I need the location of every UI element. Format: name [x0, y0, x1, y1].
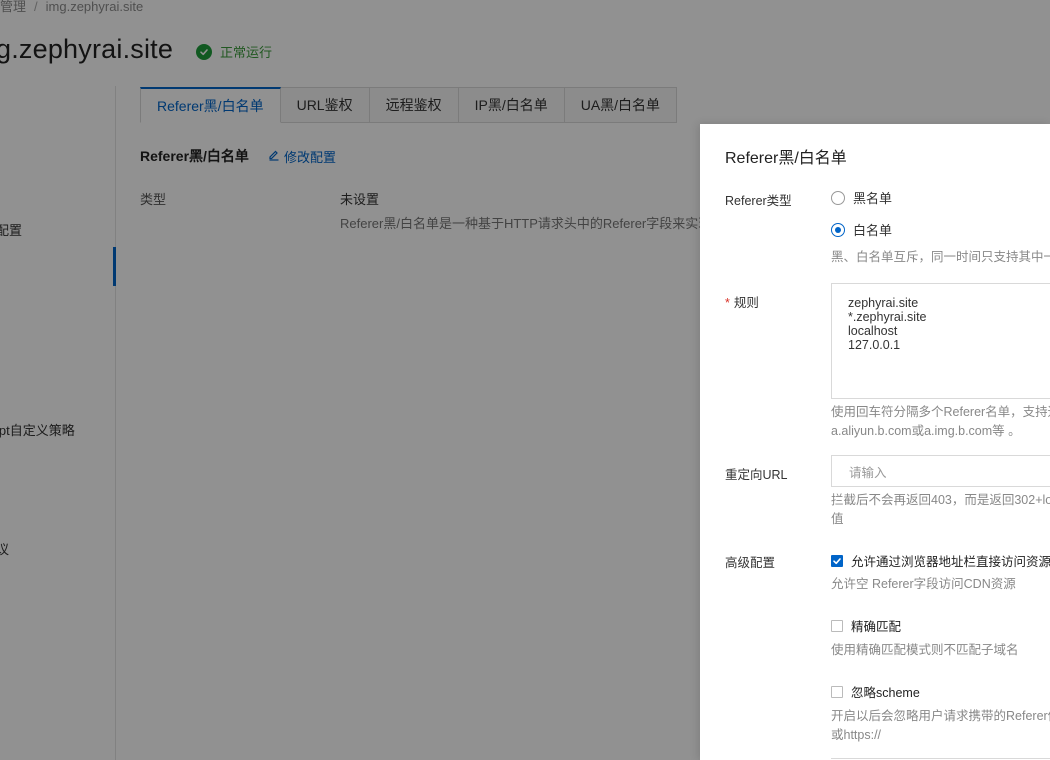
required-mark: *: [725, 296, 730, 310]
check-icon: [833, 557, 841, 564]
drawer-title: Referer黑/白名单: [725, 150, 847, 167]
next-field-border: [831, 758, 1050, 759]
ignore-scheme-hint-line2: 或https://: [831, 728, 882, 742]
redirect-url-input[interactable]: 请输入: [831, 455, 1050, 487]
checkbox-unchecked[interactable]: [831, 619, 843, 632]
checkbox-unchecked[interactable]: [831, 685, 843, 698]
checkbox-exact-match[interactable]: 精确匹配: [831, 616, 901, 635]
rule-line: zephyrai.site: [848, 296, 919, 310]
redirect-url-label: 重定向URL: [725, 468, 788, 482]
allow-empty-referer-hint: 允许空 Referer字段访问CDN资源: [831, 577, 1016, 591]
rule-line: localhost: [848, 324, 898, 338]
checkbox-ignore-scheme[interactable]: 忽略scheme: [831, 682, 920, 701]
advanced-config-label: 高级配置: [725, 556, 776, 570]
radio-blacklist[interactable]: 黑名单: [831, 188, 892, 207]
rules-label-text: 规则: [733, 296, 759, 310]
checkbox-allow-empty-referer[interactable]: 允许通过浏览器地址栏直接访问资源URL: [831, 551, 1050, 570]
checkbox-label: 允许通过浏览器地址栏直接访问资源URL: [851, 555, 1050, 569]
referer-type-label: Referer类型: [725, 194, 792, 208]
rule-line: 127.0.0.1: [848, 338, 901, 352]
referer-type-hint: 黑、白名单互斥，同一时间只支持其中一种: [831, 250, 1050, 264]
redirect-hint-line2: 值: [831, 512, 844, 526]
radio-whitelist[interactable]: 白名单: [831, 220, 892, 239]
checkbox-label: 忽略scheme: [851, 686, 920, 700]
radio-blacklist-label: 黑名单: [853, 191, 893, 206]
exact-match-hint: 使用精确匹配模式则不匹配子域名: [831, 643, 1019, 657]
rules-hint-line2: a.aliyun.b.com或a.img.b.com等 。: [831, 424, 1021, 438]
checkbox-checked[interactable]: [831, 554, 843, 567]
rules-label: * 规则: [725, 292, 759, 311]
rule-line: *.zephyrai.site: [848, 310, 927, 324]
radio-whitelist-label: 白名单: [853, 223, 893, 238]
redirect-url-placeholder: 请输入: [849, 465, 887, 480]
checkbox-label: 精确匹配: [851, 620, 902, 634]
rules-hint-line1: 使用回车符分隔多个Referer名单，支持通配: [831, 405, 1050, 419]
ignore-scheme-hint-line1: 开启以后会忽略用户请求携带的Referer值: [831, 709, 1050, 723]
rules-textarea[interactable]: zephyrai.site *.zephyrai.site localhost …: [831, 283, 1050, 399]
radio-circle-checked[interactable]: [831, 222, 845, 237]
redirect-hint-line1: 拦截后不会再返回403，而是返回302+loca: [831, 493, 1050, 507]
referer-config-drawer: Referer黑/白名单 Referer类型 黑名单 白名单 黑、白名单互斥，同…: [700, 124, 1050, 760]
radio-circle[interactable]: [831, 190, 845, 205]
